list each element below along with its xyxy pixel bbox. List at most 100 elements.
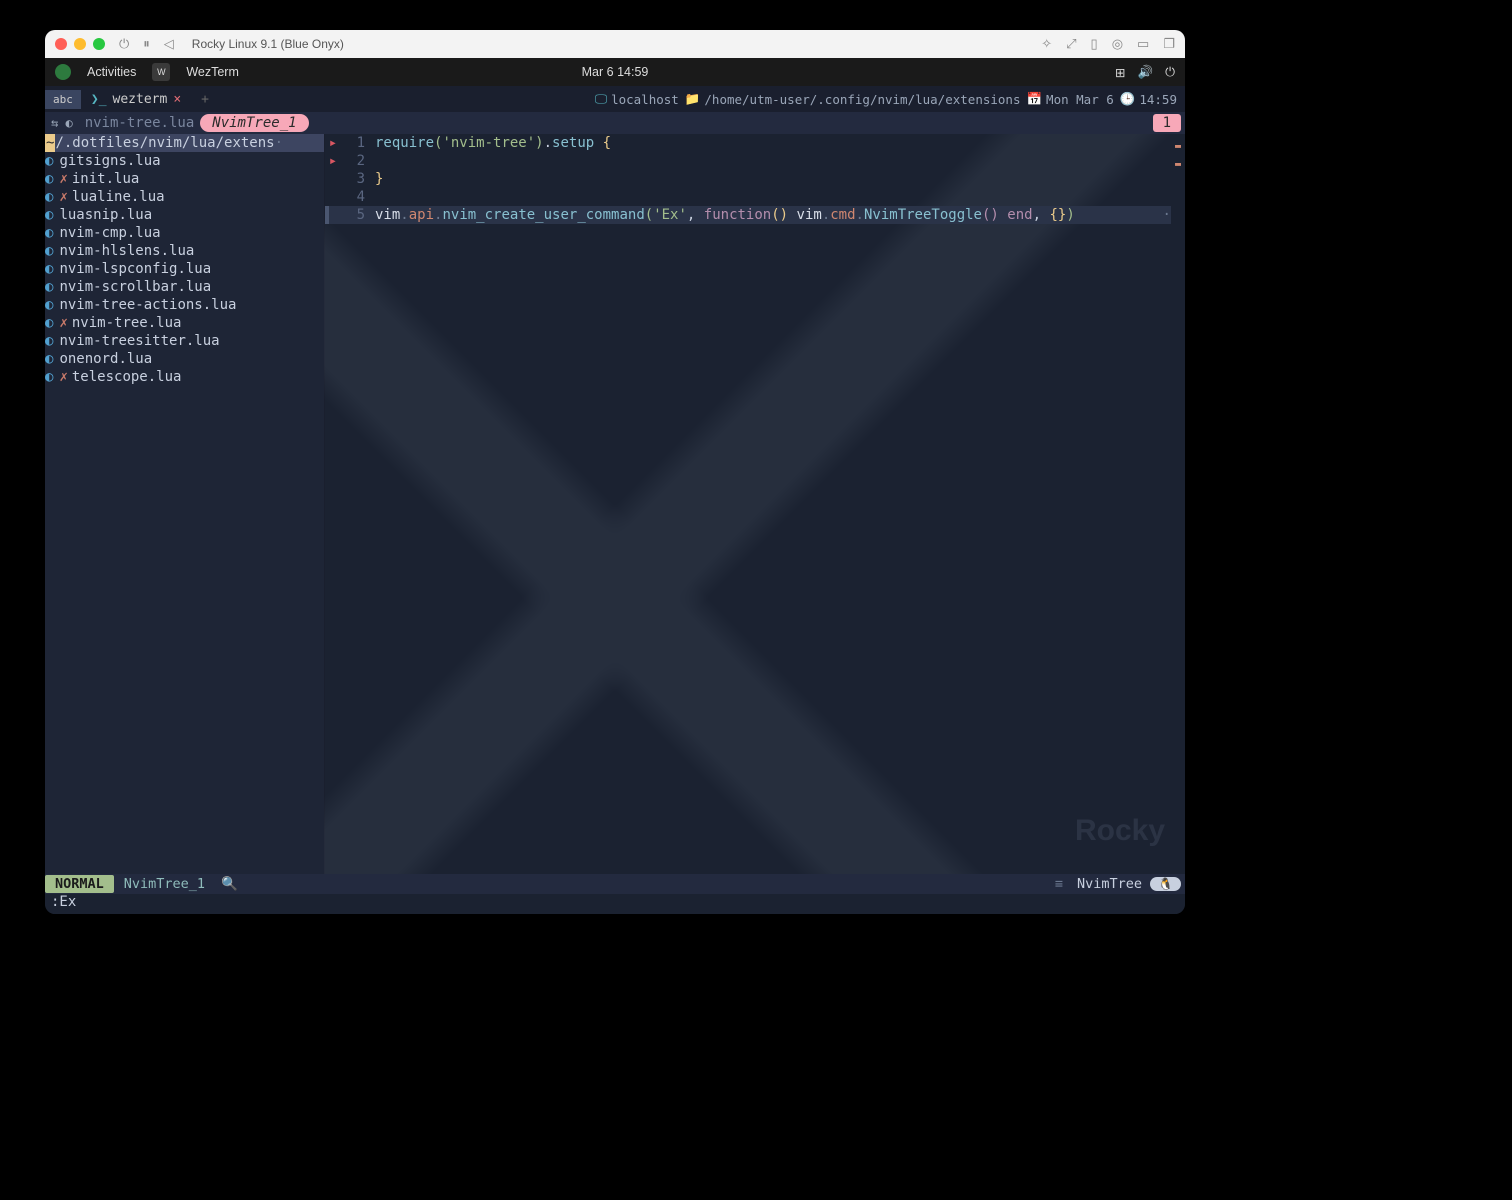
tree-file[interactable]: ◐gitsigns.lua: [45, 152, 324, 170]
folder-path-icon: 📁: [685, 91, 701, 107]
tree-file[interactable]: ◐ nvim-lspconfig.lua: [45, 260, 324, 278]
lua-file-icon: ◐: [45, 224, 53, 242]
close-icon[interactable]: [55, 38, 67, 50]
stack-icon[interactable]: ❐: [1163, 36, 1175, 52]
app-name[interactable]: WezTerm: [186, 65, 239, 79]
os-icon: 🐧: [1150, 877, 1181, 891]
code-line[interactable]: 4: [325, 188, 1171, 206]
prompt-icon: ❯_: [91, 92, 107, 107]
gutter-sign: [325, 188, 341, 206]
cursor-line-indicator: [325, 206, 329, 224]
terminal-tab[interactable]: ❯_ wezterm ×: [81, 92, 191, 107]
activities-button[interactable]: Activities: [87, 65, 136, 79]
clock-icon: 🕒: [1120, 91, 1136, 107]
mac-titlebar: ⏻ ⏸ ◁ Rocky Linux 9.1 (Blue Onyx) ✧ ⤢ ▯ …: [45, 30, 1185, 58]
host-icon: 🖵: [595, 91, 607, 107]
tree-file[interactable]: ◐ luasnip.lua: [45, 206, 324, 224]
bufferline: ⇆ ◐ nvim-tree.lua NvimTree_1 1: [45, 112, 1185, 134]
lua-file-icon: ◐: [45, 260, 53, 278]
usb-icon[interactable]: ▯: [1091, 36, 1098, 52]
tree-file-name: lualine.lua: [72, 188, 165, 206]
disc-icon[interactable]: ◎: [1112, 36, 1123, 52]
tree-file[interactable]: ◐ nvim-hlslens.lua: [45, 242, 324, 260]
folder-icon[interactable]: ▭: [1137, 36, 1149, 52]
lua-file-icon: ◐: [45, 332, 53, 350]
code-line[interactable]: ▸1require('nvim-tree').setup {: [325, 134, 1171, 152]
tree-file[interactable]: ◐✗telescope.lua: [45, 368, 324, 386]
file-tree[interactable]: ~/.dotfiles/nvim/lua/extens· ◐gitsigns.l…: [45, 134, 324, 874]
gutter-sign: [325, 170, 341, 188]
network-icon[interactable]: ⊞: [1115, 65, 1125, 80]
lua-file-icon: ◐: [45, 314, 53, 332]
code-line[interactable]: 5vim.api.nvim_create_user_command('Ex', …: [325, 206, 1171, 224]
tree-file[interactable]: ◐ onenord.lua: [45, 350, 324, 368]
modified-icon: ✗: [59, 314, 67, 332]
statusline-filename: NvimTree_1: [114, 876, 215, 892]
buffer-filename[interactable]: nvim-tree.lua: [79, 115, 201, 131]
command-line[interactable]: :Ex: [45, 894, 1185, 914]
tree-file-name: luasnip.lua: [59, 206, 152, 224]
tree-file-name: nvim-tree.lua: [72, 314, 182, 332]
tree-file-name: init.lua: [72, 170, 139, 188]
host-label: localhost: [611, 92, 679, 107]
lua-file-icon: ◐: [45, 206, 53, 224]
lua-file-icon: ◐: [45, 296, 53, 314]
code-line[interactable]: ▸2: [325, 152, 1171, 170]
tree-file[interactable]: ◐nvim-scrollbar.lua: [45, 278, 324, 296]
tab-close-icon[interactable]: ×: [173, 92, 181, 107]
code-editor[interactable]: ▸1require('nvim-tree').setup {▸2 3} 4 5v…: [325, 134, 1185, 874]
statusline: NORMAL NvimTree_1 🔍 ≡ NvimTree 🐧: [45, 874, 1185, 894]
tab-title: wezterm: [113, 92, 168, 107]
pause-icon[interactable]: ⏸: [143, 36, 150, 52]
tree-root[interactable]: ~/.dotfiles/nvim/lua/extens·: [45, 134, 324, 152]
tree-root-path: /.dotfiles/nvim/lua/extens: [55, 134, 274, 152]
active-buffer-pill[interactable]: NvimTree_1: [200, 114, 308, 132]
tree-file-name: nvim-lspconfig.lua: [59, 260, 211, 278]
tree-file-name: onenord.lua: [59, 350, 152, 368]
power-menu-icon[interactable]: ⏻: [1165, 65, 1175, 80]
trailing-whitespace-icon: ·: [1146, 206, 1171, 224]
buffer-count-badge: 1: [1153, 114, 1181, 132]
tree-file[interactable]: ◐ ✗ init.lua: [45, 170, 324, 188]
sparkle-icon[interactable]: ✧: [1041, 36, 1052, 52]
modified-icon: ✗: [59, 170, 67, 188]
tree-file[interactable]: ◐nvim-cmp.lua: [45, 224, 324, 242]
lua-file-icon: ◐: [45, 242, 53, 260]
code-content: require('nvim-tree').setup {: [375, 134, 1171, 152]
app-icon: W: [152, 63, 170, 81]
tree-file-name: nvim-tree-actions.lua: [59, 296, 236, 314]
modified-icon: ✗: [59, 368, 67, 386]
back-icon[interactable]: ◁: [164, 36, 174, 52]
tree-file-name: nvim-hlslens.lua: [59, 242, 194, 260]
buffer-sync-icon[interactable]: ⇆ ◐: [45, 116, 79, 130]
tree-file[interactable]: ◐ ✗ nvim-tree.lua: [45, 314, 324, 332]
tree-file[interactable]: ◐ nvim-tree-actions.lua: [45, 296, 324, 314]
gnome-clock[interactable]: Mar 6 14:59: [582, 65, 649, 79]
volume-icon[interactable]: 🔊: [1138, 65, 1154, 80]
calendar-icon: 📅: [1026, 91, 1042, 107]
code-line[interactable]: 3}: [325, 170, 1171, 188]
diff-mark-icon: ▬: [1171, 156, 1185, 174]
lua-file-icon: ◐: [45, 188, 53, 206]
code-content: [375, 152, 1171, 170]
lua-file-icon: ◐: [45, 170, 53, 188]
new-tab-button[interactable]: +: [191, 92, 219, 107]
tree-file[interactable]: ◐nvim-treesitter.lua: [45, 332, 324, 350]
activities-icon[interactable]: [55, 64, 71, 80]
minimize-icon[interactable]: [74, 38, 86, 50]
search-icon[interactable]: 🔍: [215, 876, 244, 892]
tree-file-name: telescope.lua: [72, 368, 182, 386]
zoom-icon[interactable]: [93, 38, 105, 50]
gutter-sign: ▸: [325, 152, 341, 170]
mode-indicator: NORMAL: [45, 875, 114, 893]
editor-main: Rocky ~/.dotfiles/nvim/lua/extens· ◐gits…: [45, 134, 1185, 874]
tree-file[interactable]: ◐ ✗ lualine.lua: [45, 188, 324, 206]
lua-file-icon: ◐: [45, 350, 53, 368]
modified-icon: ✗: [59, 188, 67, 206]
tree-file-name: nvim-scrollbar.lua: [59, 278, 211, 296]
power-icon[interactable]: ⏻: [119, 36, 129, 52]
line-number: 4: [341, 188, 375, 206]
line-number: 2: [341, 152, 375, 170]
expand-icon[interactable]: ⤢: [1066, 36, 1076, 52]
code-content: [375, 188, 1171, 206]
